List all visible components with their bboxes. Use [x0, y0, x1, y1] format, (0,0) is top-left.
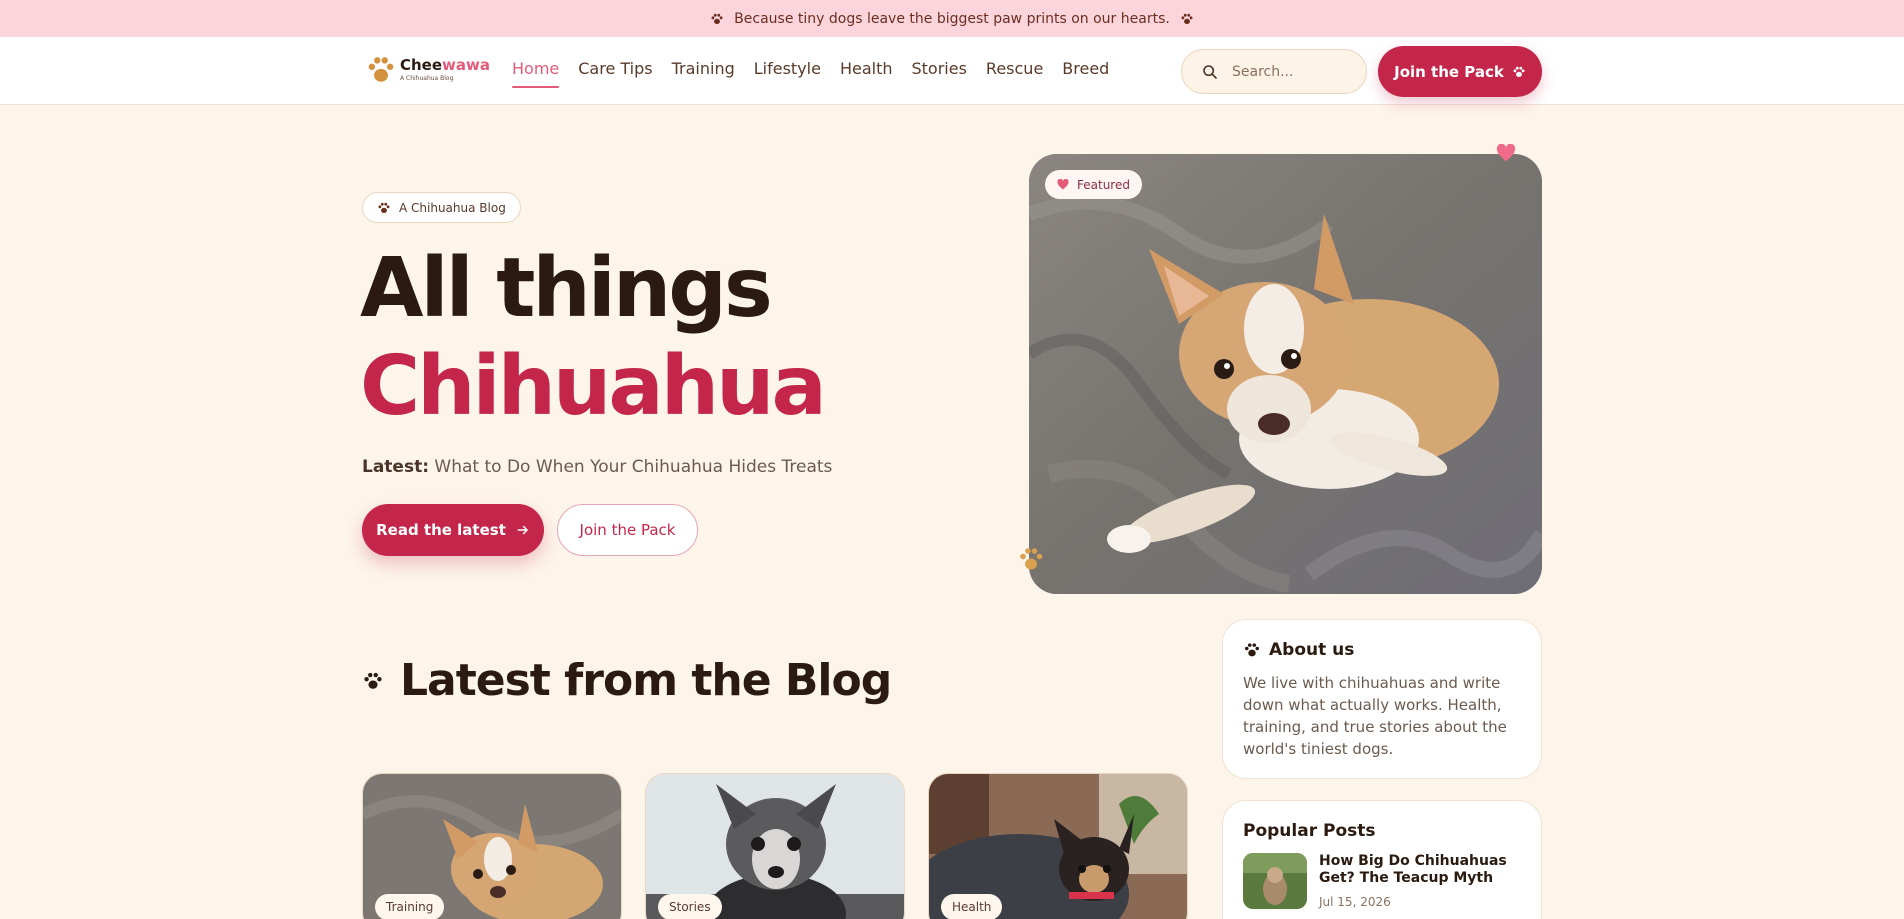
paw-icon	[378, 202, 390, 213]
search-box[interactable]	[1181, 49, 1367, 94]
nav-stories[interactable]: Stories	[912, 59, 967, 84]
heart-decoration-icon	[1496, 144, 1516, 162]
paw-icon	[711, 13, 723, 24]
nav-training[interactable]: Training	[672, 59, 735, 84]
latest-label: Latest:	[362, 457, 430, 477]
about-title: About us	[1243, 640, 1521, 660]
paw-icon	[1181, 13, 1193, 24]
nav-rescue[interactable]: Rescue	[986, 59, 1043, 84]
paw-icon	[364, 672, 382, 689]
nav-care-tips[interactable]: Care Tips	[578, 59, 652, 84]
search-icon	[1203, 64, 1217, 79]
featured-badge: Featured	[1045, 170, 1142, 199]
about-title-text: About us	[1269, 640, 1355, 660]
popular-post-date: Jul 15, 2026	[1319, 895, 1391, 909]
logo-tagline: A Chihuahua Blog	[400, 75, 454, 82]
announcement-bar: Because tiny dogs leave the biggest paw …	[0, 0, 1904, 37]
nav-lifestyle[interactable]: Lifestyle	[754, 59, 821, 84]
join-pack-hero-button[interactable]: Join the Pack	[557, 504, 698, 556]
heart-icon	[1057, 179, 1069, 190]
latest-title: What to Do When Your Chihuahua Hides Tre…	[434, 457, 833, 477]
join-pack-label: Join the Pack	[1394, 62, 1504, 81]
arrow-right-icon	[517, 525, 528, 535]
about-us-card: About us We live with chihuahuas and wri…	[1222, 619, 1542, 779]
card-category-tag[interactable]: Training	[375, 894, 445, 919]
latest-post-line[interactable]: Latest: What to Do When Your Chihuahua H…	[362, 457, 832, 477]
announcement-text: Because tiny dogs leave the biggest paw …	[734, 10, 1170, 27]
hero-title-line2: Chihuahua	[360, 339, 827, 434]
blog-badge: A Chihuahua Blog	[362, 192, 521, 223]
nav-home[interactable]: Home	[512, 59, 560, 88]
paw-logo-icon	[368, 57, 394, 82]
featured-dog-photo[interactable]	[1029, 154, 1542, 594]
blog-card-health[interactable]: Health	[928, 773, 1188, 919]
popular-post-thumbnail	[1243, 853, 1307, 909]
blog-badge-label: A Chihuahua Blog	[399, 200, 506, 215]
blog-section-title: Latest from the Blog	[362, 655, 892, 706]
read-latest-label: Read the latest	[376, 521, 506, 539]
logo-wordmark: Cheewawa	[400, 56, 491, 74]
site-header: Cheewawa A Chihuahua Blog Home Care Tips…	[0, 37, 1904, 105]
dog-illustration	[1029, 154, 1542, 594]
blog-section-title-text: Latest from the Blog	[400, 655, 892, 706]
card-category-tag[interactable]: Health	[941, 894, 1003, 919]
popular-posts-card: Popular Posts How Big Do Chihuahuas Get?…	[1222, 800, 1542, 919]
paw-icon	[1513, 66, 1525, 77]
nav-breed[interactable]: Breed	[1062, 59, 1109, 84]
popular-posts-title: Popular Posts	[1243, 821, 1376, 841]
nav-health[interactable]: Health	[840, 59, 893, 84]
featured-badge-label: Featured	[1077, 177, 1130, 192]
hero-title: All things Chihuahua	[360, 240, 827, 436]
join-pack-header-button[interactable]: Join the Pack	[1378, 46, 1542, 97]
search-input[interactable]	[1232, 63, 1352, 80]
about-text: We live with chihuahuas and write down w…	[1243, 674, 1507, 758]
card-category-tag[interactable]: Stories	[658, 894, 722, 919]
popular-post-title[interactable]: How Big Do Chihuahuas Get? The Teacup My…	[1319, 853, 1521, 887]
popular-post-item[interactable]: How Big Do Chihuahuas Get? The Teacup My…	[1243, 853, 1521, 909]
site-logo[interactable]: Cheewawa A Chihuahua Blog	[368, 55, 490, 85]
blog-card-stories[interactable]: Stories	[645, 773, 905, 919]
paw-decoration-icon	[1020, 548, 1043, 570]
read-latest-button[interactable]: Read the latest	[362, 504, 544, 556]
blog-card-training[interactable]: Training	[362, 773, 622, 919]
hero-title-line1: All things	[360, 241, 773, 336]
paw-icon	[1244, 643, 1260, 657]
main-nav: Home Care Tips Training Lifestyle Health…	[512, 59, 1109, 88]
